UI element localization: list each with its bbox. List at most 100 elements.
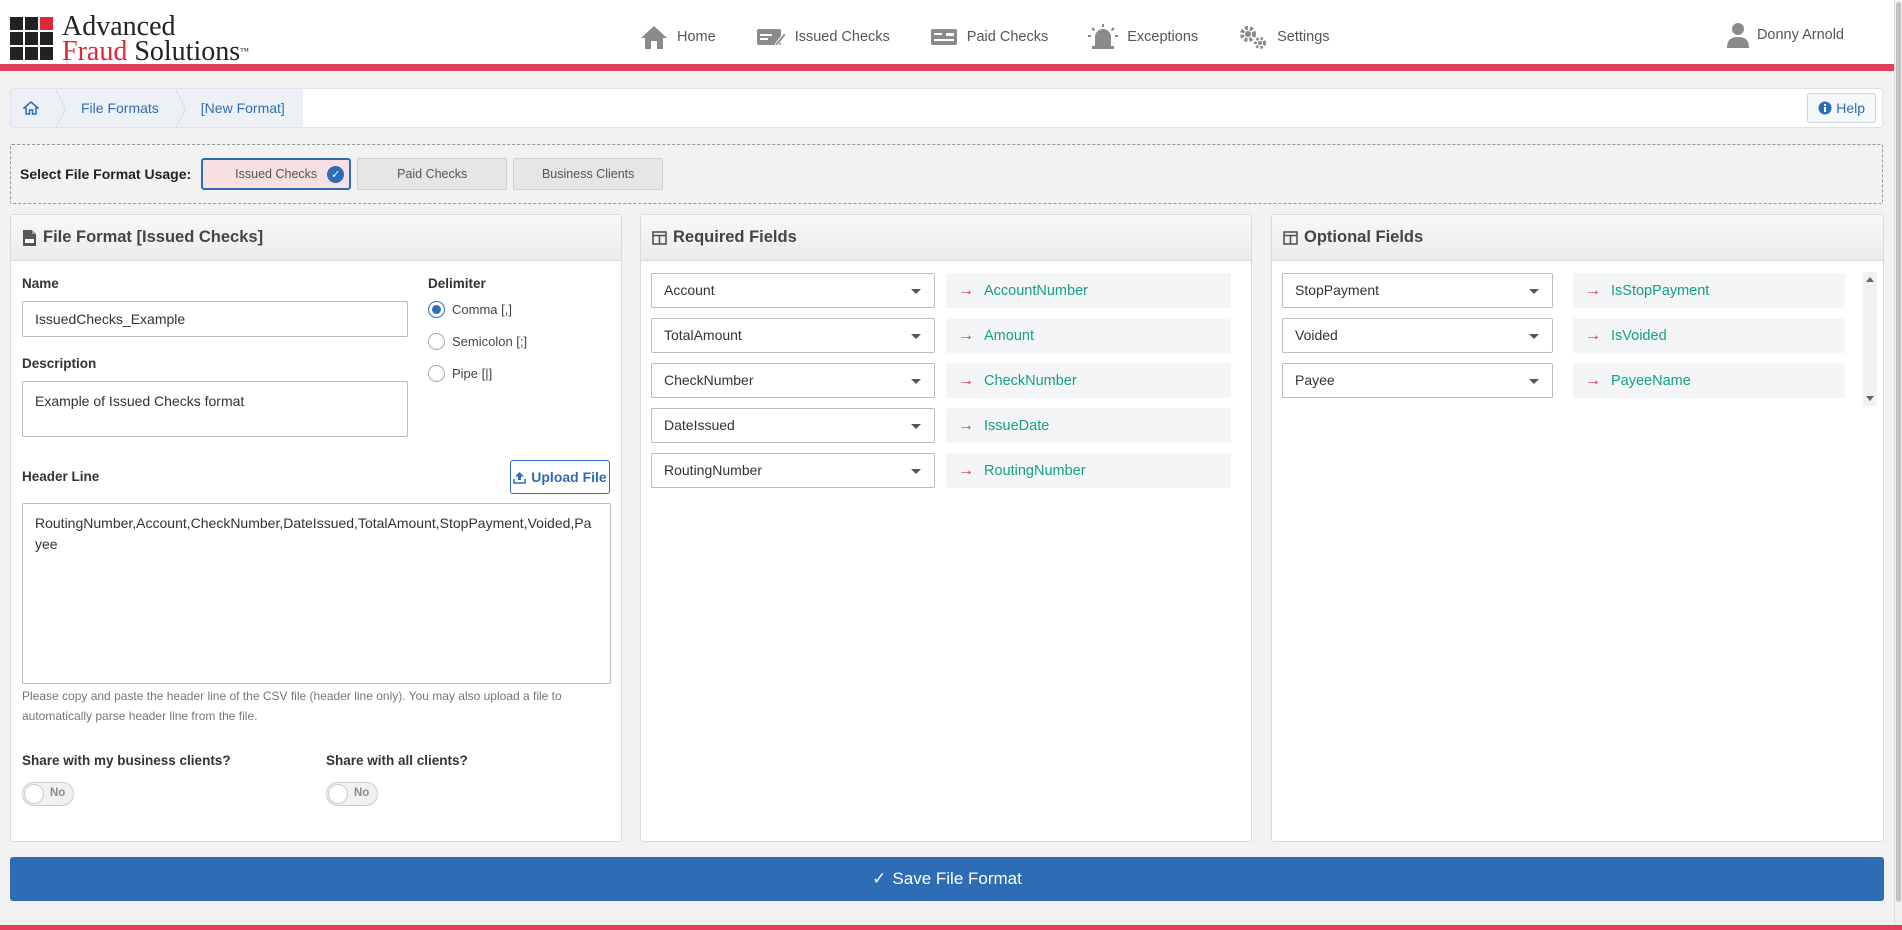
paid-checks-icon: [930, 29, 957, 45]
issued-checks-icon: [756, 29, 786, 47]
share-business-value: No: [50, 787, 66, 799]
radio-unselected-icon: [428, 333, 445, 350]
csv-file-icon: [23, 229, 36, 246]
scroll-down-icon[interactable]: [1866, 396, 1874, 401]
file-format-panel: File Format [Issued Checks] Name IssuedC…: [10, 214, 622, 842]
usage-business-clients[interactable]: Business Clients: [513, 158, 664, 190]
optional-fields-panel-header: Optional Fields: [1272, 215, 1883, 261]
optional-target-field: → PayeeName: [1573, 363, 1845, 398]
file-format-panel-title: File Format [Issued Checks]: [43, 228, 264, 246]
optional-fields-title: Optional Fields: [1304, 228, 1424, 246]
share-business-toggle[interactable]: No: [22, 782, 74, 806]
name-input[interactable]: IssuedChecks_Example: [22, 301, 408, 337]
delimiter-pipe-radio[interactable]: Pipe [|]: [428, 365, 492, 382]
required-source-select[interactable]: CheckNumber: [651, 362, 935, 398]
upload-file-label: Upload File: [531, 469, 607, 485]
description-textarea[interactable]: Example of Issued Checks format: [22, 381, 408, 437]
usage-paid-checks[interactable]: Paid Checks: [357, 158, 508, 190]
radio-selected-icon: [428, 301, 445, 318]
save-file-format-button[interactable]: ✓ Save File Format: [10, 857, 1884, 901]
delimiter-label: Delimiter: [428, 276, 486, 291]
share-all-label: Share with all clients?: [326, 753, 468, 768]
share-all-toggle[interactable]: No: [326, 782, 378, 806]
breadcrumb-file-formats[interactable]: File Formats: [55, 89, 186, 129]
delimiter-comma-radio[interactable]: Comma [,]: [428, 301, 512, 318]
arrow-right-icon: →: [958, 461, 974, 479]
chevron-down-icon: [911, 333, 921, 339]
bottom-accent-line: [0, 925, 1902, 930]
chevron-down-icon: [911, 468, 921, 474]
usage-label: Select File Format Usage:: [20, 166, 192, 182]
arrow-right-icon: →: [1585, 281, 1601, 299]
arrow-right-icon: →: [958, 326, 974, 344]
alarm-icon: [1088, 24, 1119, 49]
nav-home[interactable]: Home: [640, 20, 716, 54]
info-icon: [1818, 101, 1832, 115]
required-source-select[interactable]: Account: [651, 272, 935, 308]
required-source-select[interactable]: DateIssued: [651, 407, 935, 443]
help-button[interactable]: Help: [1807, 93, 1876, 123]
required-fields-panel-header: Required Fields: [641, 215, 1251, 261]
header-line-hint: Please copy and paste the header line of…: [22, 689, 562, 723]
description-label: Description: [22, 356, 97, 371]
chevron-down-icon: [1529, 333, 1539, 339]
toggle-knob: [24, 784, 44, 804]
share-business-label: Share with my business clients?: [22, 753, 231, 768]
upload-file-button[interactable]: Upload File: [510, 460, 610, 494]
help-label: Help: [1836, 100, 1865, 116]
required-target-field: → CheckNumber: [946, 363, 1231, 398]
top-navbar: Advanced Fraud Solutions™ Home Issued Ch…: [0, 0, 1902, 71]
breadcrumb-new-format[interactable]: [New Format]: [175, 89, 303, 127]
optional-target-field: → IsStopPayment: [1573, 273, 1845, 308]
optional-source-select[interactable]: Payee: [1282, 362, 1553, 398]
scroll-up-icon[interactable]: [1866, 277, 1874, 282]
user-icon: [1726, 23, 1749, 48]
page-scrollbar-thumb[interactable]: [1896, 2, 1901, 902]
optional-fields-scrollbar[interactable]: [1863, 272, 1877, 406]
chevron-down-icon: [1529, 288, 1539, 294]
toggle-knob: [328, 784, 348, 804]
table-icon: [1283, 230, 1298, 245]
home-icon: [23, 101, 39, 115]
file-format-usage-bar: Select File Format Usage: Issued Checks …: [10, 144, 1883, 204]
required-source-select[interactable]: RoutingNumber: [651, 452, 935, 488]
optional-source-select[interactable]: Voided: [1282, 317, 1553, 353]
delimiter-semicolon-radio[interactable]: Semicolon [;]: [428, 333, 527, 350]
optional-source-select[interactable]: StopPayment: [1282, 272, 1553, 308]
optional-target-field: → IsVoided: [1573, 318, 1845, 353]
required-fields-panel: Required Fields Account → AccountNumber T…: [640, 214, 1252, 842]
nav-exceptions[interactable]: Exceptions: [1088, 20, 1198, 54]
header-line-label: Header Line: [22, 469, 100, 484]
required-target-field: → RoutingNumber: [946, 453, 1231, 488]
company-logo[interactable]: Advanced Fraud Solutions™: [10, 13, 260, 66]
logo-wordmark: Advanced Fraud Solutions™: [62, 13, 249, 66]
breadcrumb-home[interactable]: [11, 89, 66, 129]
nav-paid-checks-label: Paid Checks: [966, 29, 1049, 45]
required-field-row: Account: [651, 272, 935, 308]
table-icon: [652, 230, 667, 245]
optional-field-row: Voided: [1282, 317, 1553, 353]
name-label: Name: [22, 276, 59, 291]
user-menu[interactable]: Donny Arnold: [1726, 22, 1844, 48]
radio-unselected-icon: [428, 365, 445, 382]
usage-paid-checks-label: Paid Checks: [397, 167, 468, 181]
page-scrollbar[interactable]: [1894, 0, 1902, 930]
delimiter-semicolon-label: Semicolon [;]: [452, 334, 528, 349]
usage-issued-checks[interactable]: Issued Checks ✓: [201, 158, 352, 190]
user-name: Donny Arnold: [1756, 27, 1844, 43]
arrow-right-icon: →: [1585, 326, 1601, 344]
required-source-select[interactable]: TotalAmount: [651, 317, 935, 353]
usage-issued-checks-label: Issued Checks: [235, 167, 318, 181]
chevron-down-icon: [1529, 378, 1539, 384]
nav-issued-checks[interactable]: Issued Checks: [756, 20, 890, 54]
share-all-value: No: [354, 787, 370, 799]
nav-home-label: Home: [677, 29, 716, 45]
upload-icon: [513, 471, 527, 484]
header-line-textarea[interactable]: RoutingNumber,Account,CheckNumber,DateIs…: [22, 503, 611, 684]
breadcrumb-bar: File Formats [New Format] Help: [10, 88, 1883, 129]
nav-settings[interactable]: Settings: [1238, 20, 1330, 54]
nav-paid-checks[interactable]: Paid Checks: [930, 20, 1048, 54]
arrow-right-icon: →: [1585, 371, 1601, 389]
required-target-field: → Amount: [946, 318, 1231, 353]
check-icon: ✓: [872, 869, 887, 888]
